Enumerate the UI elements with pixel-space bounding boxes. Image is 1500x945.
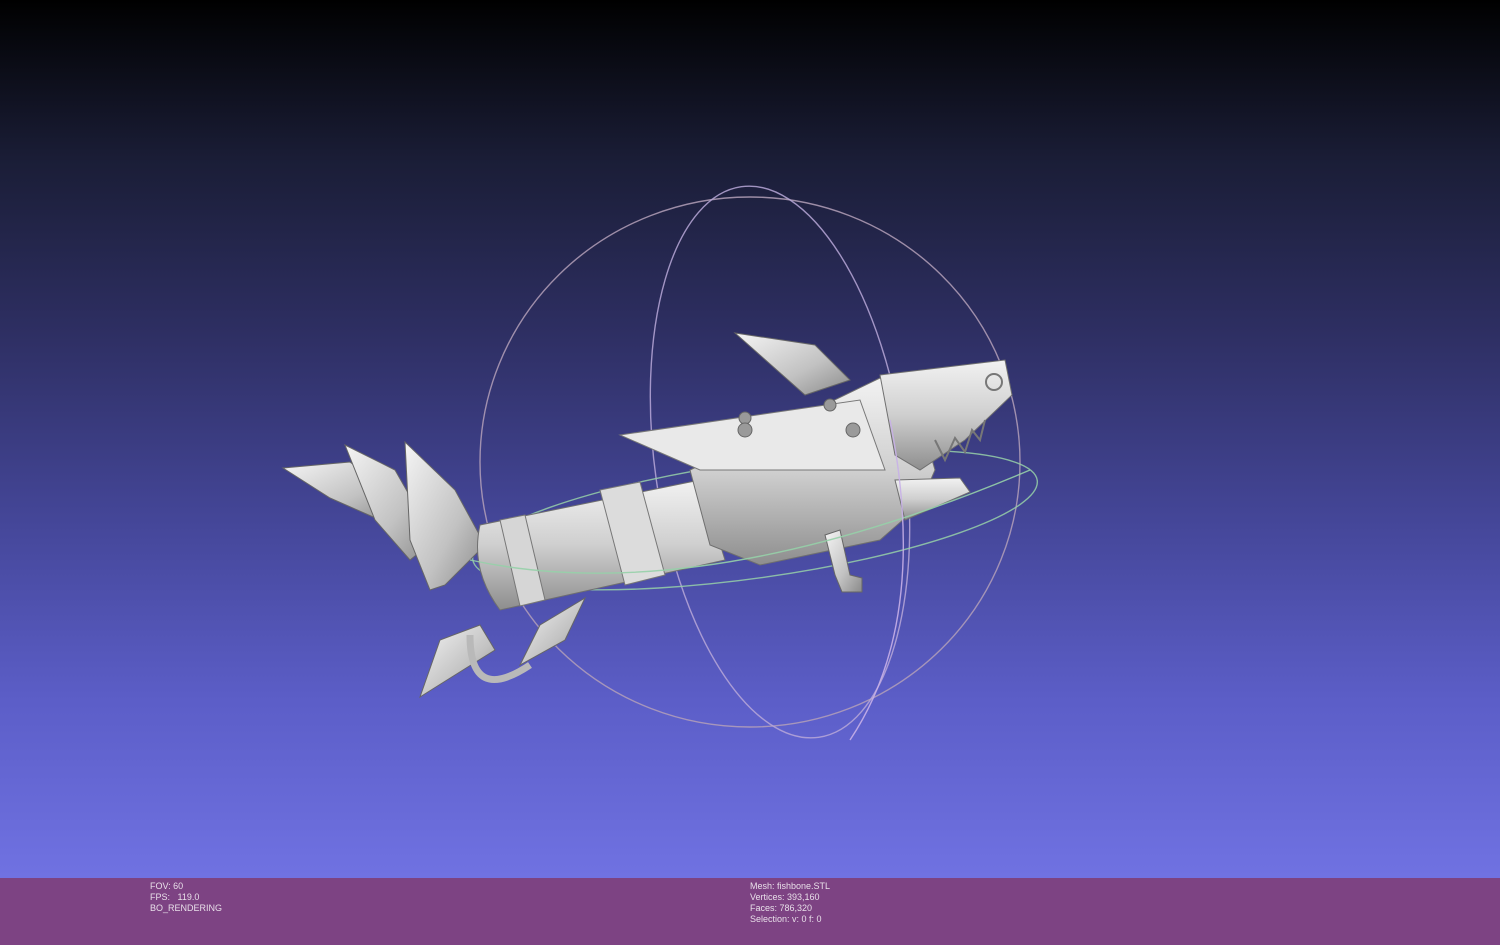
vent-hole-1 (738, 411, 752, 425)
model-scene[interactable] (0, 0, 1500, 878)
fov-label: FOV: 60 (150, 881, 184, 891)
mesh-info: Mesh: fishbone.STL Vertices: 393,160 Fac… (750, 881, 830, 925)
rendering-mode-label: BO_RENDERING (150, 903, 223, 913)
render-info: FOV: 60 FPS: 119.0 BO_RENDERING (150, 881, 222, 914)
vertices-count-label: Vertices: 393,160 (750, 892, 820, 902)
3d-viewport[interactable] (0, 0, 1500, 878)
vent-hole-3 (823, 398, 837, 412)
tail-fin-bottom-right (518, 596, 587, 667)
armor-plate (618, 399, 886, 471)
faces-count-label: Faces: 786,320 (750, 903, 813, 913)
status-bar: FOV: 60 FPS: 119.0 BO_RENDERING Mesh: fi… (0, 878, 1500, 945)
shark-head-upper (879, 359, 1013, 471)
tail-fin-bottom-left (419, 624, 496, 699)
vent-hole-4 (845, 422, 861, 438)
tail-fin-top-right (404, 440, 486, 591)
dorsal-fin (733, 332, 851, 396)
fps-label: FPS: 119.0 (150, 892, 200, 902)
selection-label: Selection: v: 0 f: 0 (750, 914, 822, 924)
vent-hole-2 (737, 422, 753, 438)
mesh-name-label: Mesh: fishbone.STL (750, 881, 831, 891)
